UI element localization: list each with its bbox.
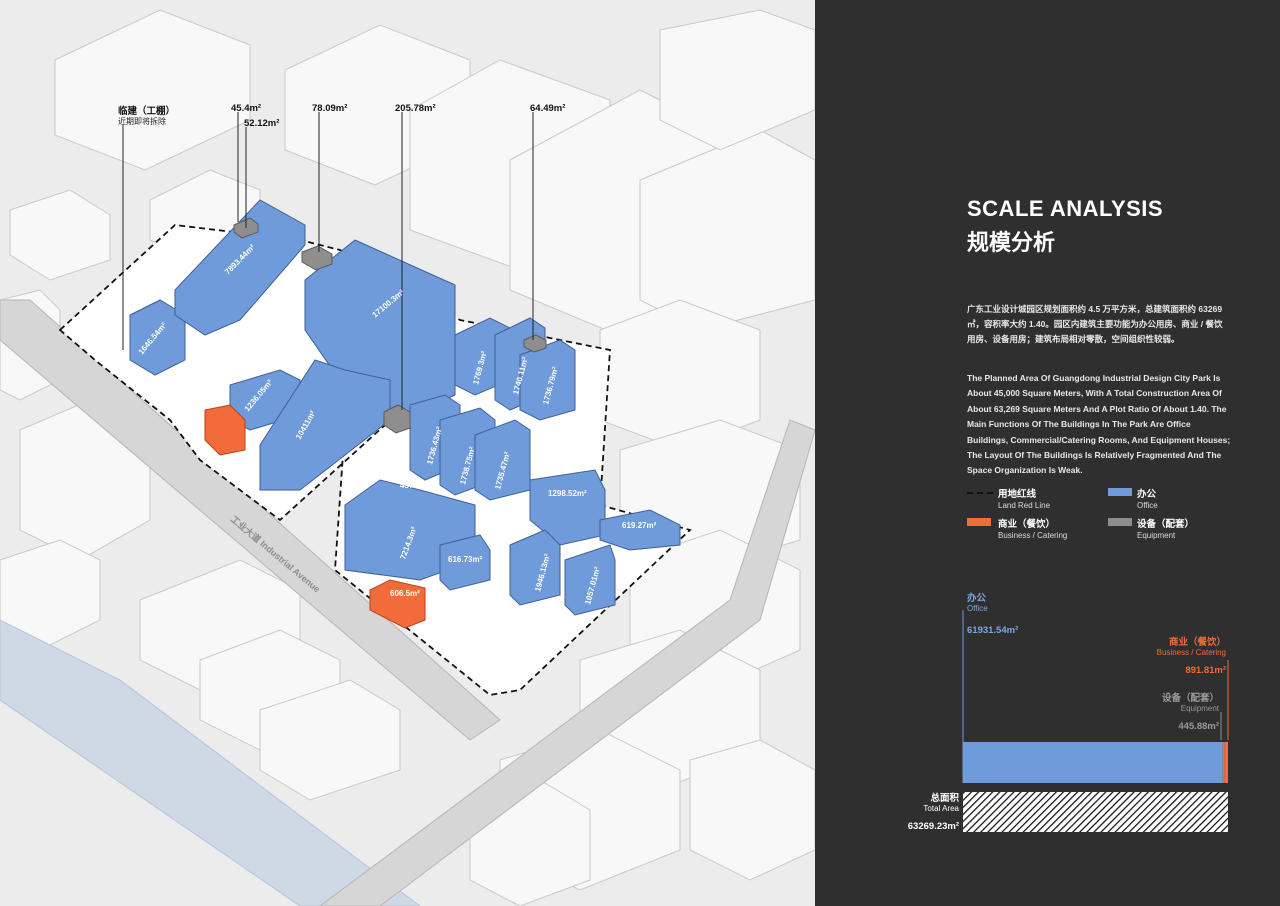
- chart-equipment-en: Equipment: [1180, 704, 1219, 713]
- chart-total-cn: 总面积: [930, 793, 959, 804]
- chart-business-en: Business / Catering: [1156, 648, 1226, 657]
- callout-78: 78.09m²: [312, 103, 348, 114]
- callout-205: 205.78m²: [395, 103, 436, 114]
- chart-label-business: 商业（餐饮） Business / Catering 891.81m²: [1151, 634, 1226, 676]
- callout-temp-sub: 近期即将拆除: [118, 117, 166, 126]
- chart-office-en: Office: [967, 604, 988, 613]
- chart-office-cn: 办公: [967, 593, 987, 604]
- bar-equipment: [1222, 742, 1225, 783]
- chart-business-value: 891.81m²: [1185, 665, 1226, 676]
- bld-label-b19: 606.5m²: [390, 589, 420, 598]
- bar-total: [963, 792, 1228, 832]
- bld-label-b15: 1298.52m²: [548, 489, 587, 498]
- bar-office: [963, 742, 1223, 783]
- chart-label-equipment: 设备（配套） Equipment 445.88m²: [1135, 690, 1219, 732]
- site-map-drawing: 1646.54m² 7893.44m² 17100.3m² 1236.05m² …: [0, 9, 815, 906]
- area-chart: [962, 610, 1229, 832]
- callout-45: 45.4m²: [231, 103, 262, 114]
- chart-total-value: 63269.23m²: [907, 821, 959, 832]
- callout-64: 64.49m²: [530, 103, 566, 114]
- bld-label-b16: 619.27m²: [622, 521, 657, 530]
- chart-equipment-value: 445.88m²: [1178, 721, 1219, 732]
- analysis-panel: SCALE ANALYSIS 规模分析 广东工业设计城园区规划面积约 4.5 万…: [815, 0, 1280, 906]
- callout-52: 52.12m²: [244, 118, 280, 129]
- chart-label-office: 办公 Office 61931.54m²: [967, 590, 1018, 636]
- bar-business: [1224, 742, 1228, 783]
- chart-equipment-cn: 设备（配套）: [1161, 693, 1219, 704]
- chart-business-cn: 商业（餐饮）: [1168, 637, 1226, 648]
- chart-label-total: 总面积 Total Area 63269.23m²: [875, 790, 959, 832]
- chart-total-en: Total Area: [923, 804, 959, 813]
- chart-office-value: 61931.54m²: [967, 625, 1019, 636]
- site-map: 1646.54m² 7893.44m² 17100.3m² 1236.05m² …: [0, 0, 815, 906]
- bld-label-b14: 616.73m²: [448, 555, 483, 564]
- callout-temp: 临建（工棚）: [118, 106, 176, 117]
- bld-label-b12: 437.7m²: [400, 481, 430, 490]
